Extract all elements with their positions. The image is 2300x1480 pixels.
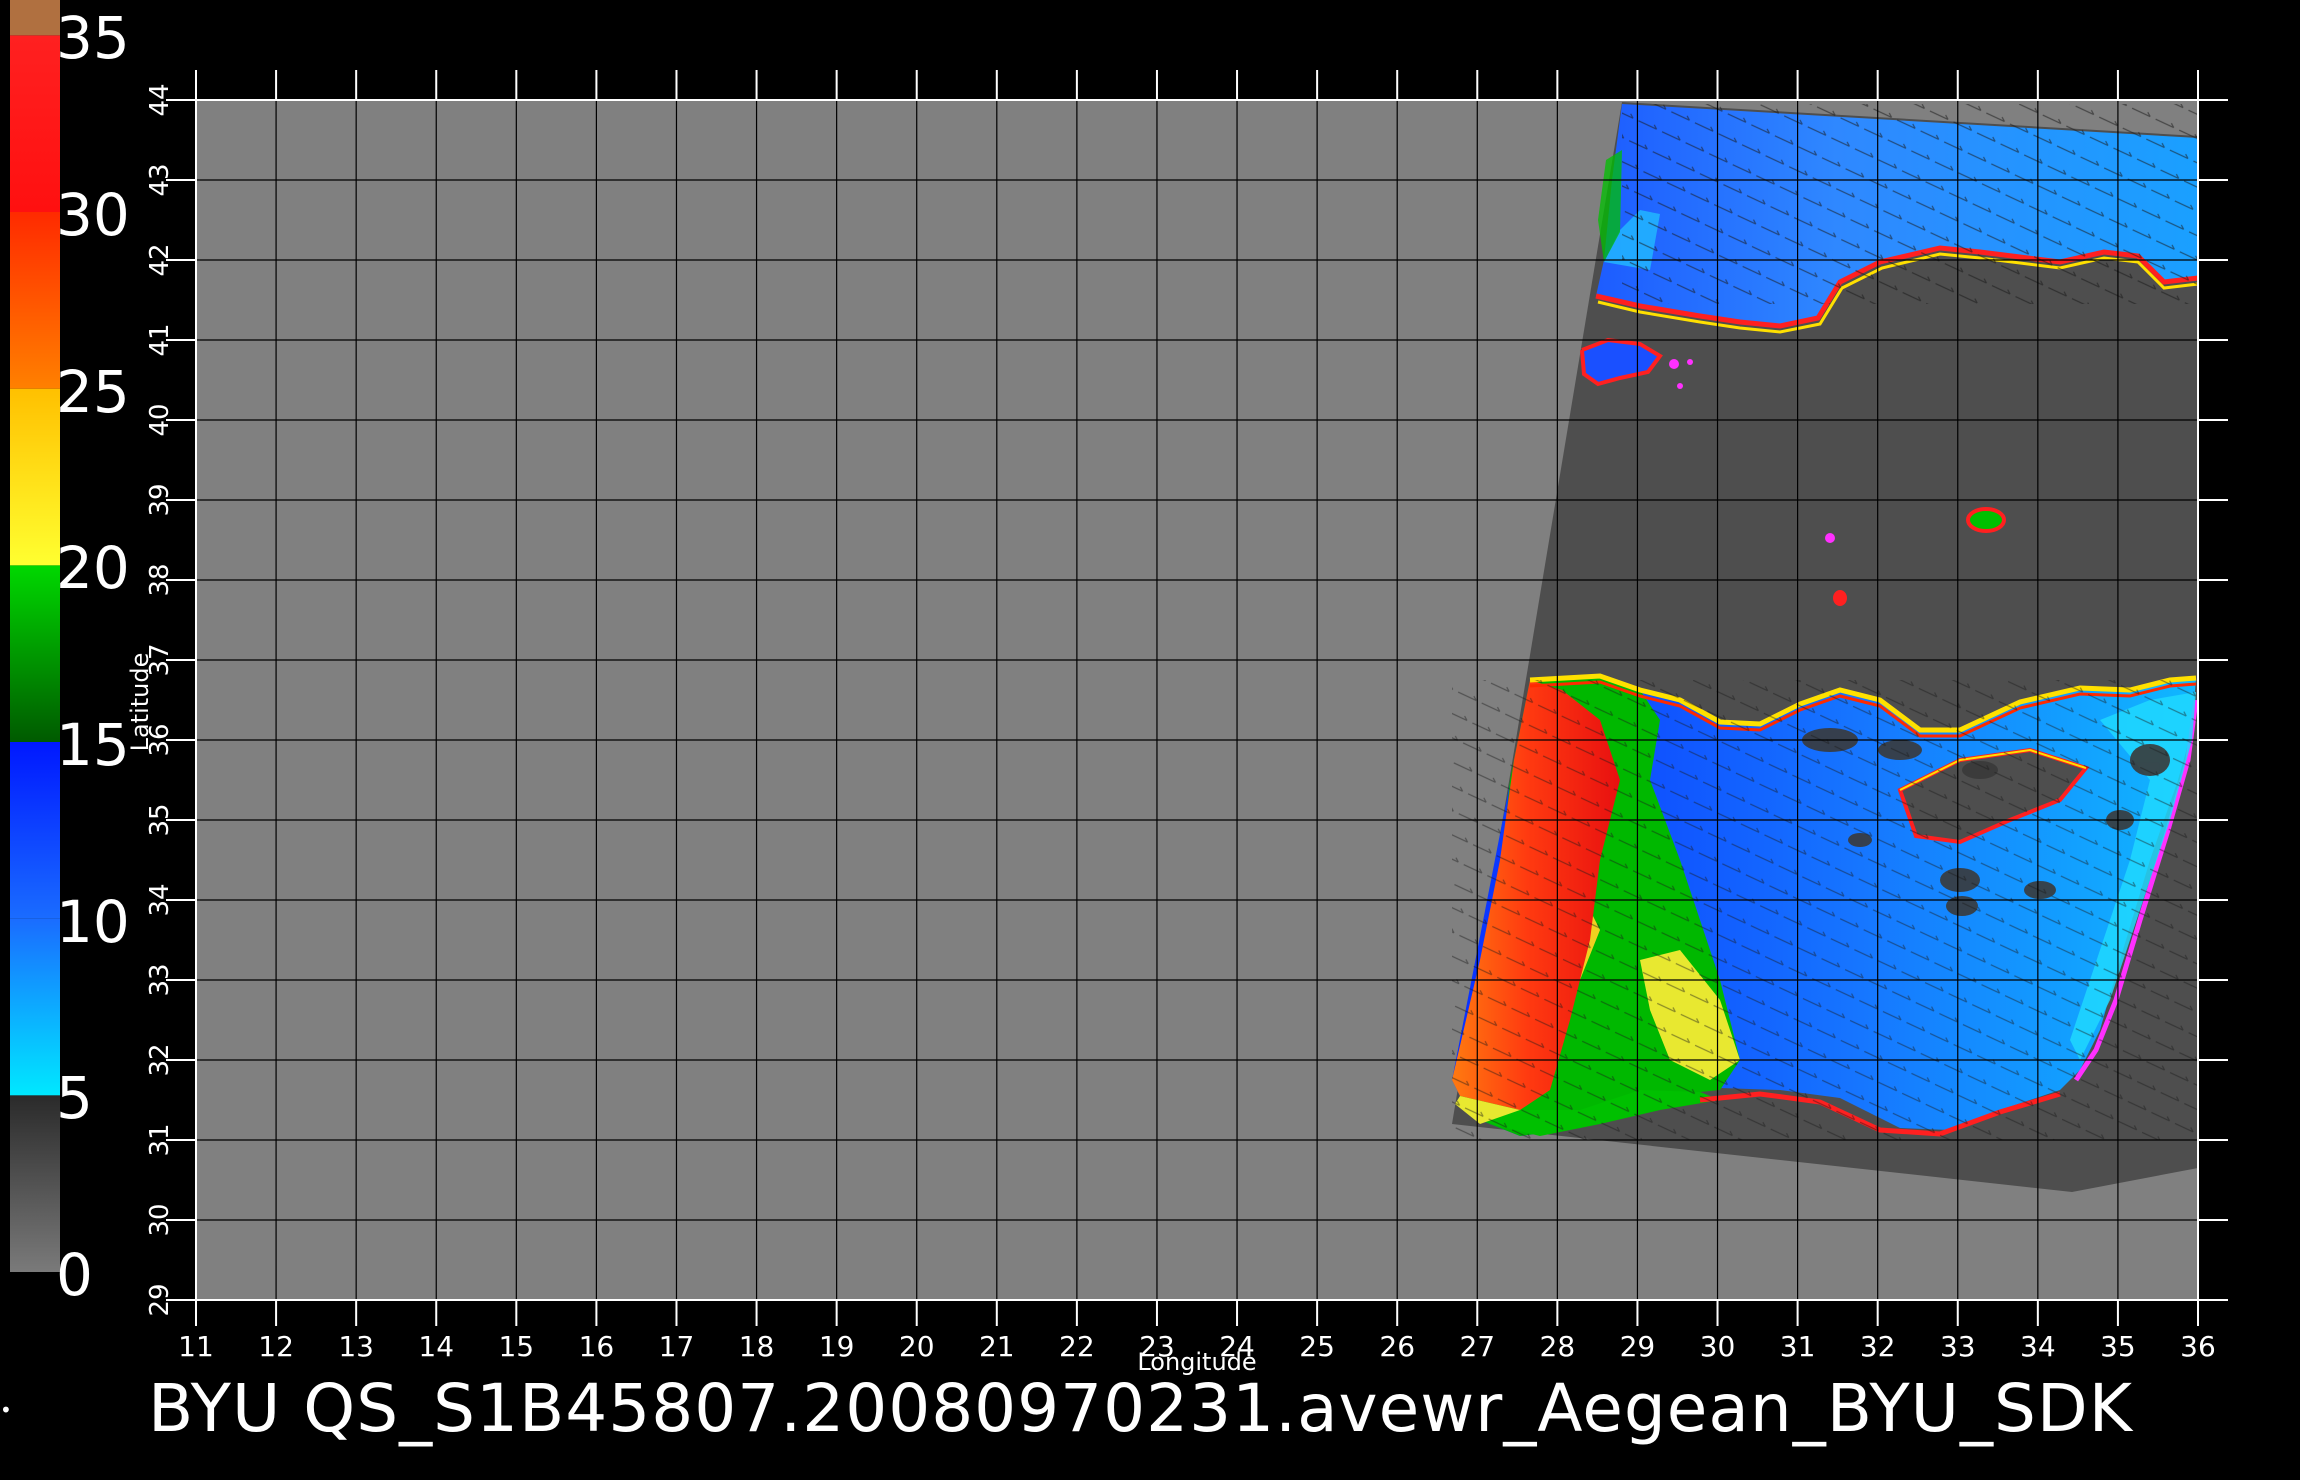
y-axis-label: Latitude [126, 653, 154, 752]
longitude-tick-label: 26 [1379, 1330, 1415, 1363]
longitude-tick-label: 29 [1620, 1330, 1656, 1363]
latitude-tick-label: 29 [145, 1283, 175, 1316]
product-title: BYU QS_S1B45807.20080970231.avewr_Aegean… [148, 1370, 2133, 1447]
colorbar-label: 35 [56, 4, 130, 73]
longitude-tick-label: 34 [2020, 1330, 2056, 1363]
edge-marker: • [0, 1398, 12, 1422]
latitude-tick-label: 43 [145, 163, 175, 196]
longitude-tick-label: 18 [739, 1330, 775, 1363]
black-sea-wind-field [1595, 104, 2199, 334]
latitude-tick-label: 34 [145, 883, 175, 916]
colorbar-segment [10, 212, 60, 389]
colorbar-label: 5 [56, 1064, 93, 1133]
latitude-tick-label: 41 [145, 323, 175, 356]
longitude-tick-label: 14 [418, 1330, 454, 1363]
longitude-tick-label: 32 [1860, 1330, 1896, 1363]
longitude-tick-label: 22 [1059, 1330, 1095, 1363]
colorbar-label: 25 [56, 357, 130, 426]
colorbar-segment [10, 565, 60, 742]
longitude-tick-label: 19 [819, 1330, 855, 1363]
colorbar-segment [10, 388, 60, 566]
longitude-tick-label: 16 [579, 1330, 615, 1363]
longitude-tick-label: 11 [178, 1330, 214, 1363]
colorbar [10, 0, 60, 1272]
wind-speed-map: 11 12 13 14 15 16 17 18 19 20 21 22 23 24 25 26 27 28 29 30… [10, 0, 2228, 1376]
colorbar-segment [10, 35, 60, 213]
mediterranean-wind-field [1452, 673, 2199, 1140]
colorbar-segment [10, 918, 60, 1096]
colorbar-label: 30 [56, 181, 130, 249]
latitude-tick-label: 39 [145, 483, 175, 516]
longitude-tick-label: 27 [1459, 1330, 1495, 1363]
latitude-tick-label: 32 [145, 1043, 175, 1076]
longitude-tick-label: 36 [2180, 1330, 2216, 1363]
colorbar-label: 15 [56, 711, 130, 779]
latitude-tick-label: 44 [145, 83, 175, 116]
longitude-tick-label: 12 [258, 1330, 294, 1363]
longitude-tick-label: 20 [899, 1330, 935, 1363]
colorbar-segment [10, 0, 60, 36]
colorbar-label: 20 [56, 534, 130, 603]
longitude-tick-label: 30 [1700, 1330, 1736, 1363]
latitude-tick-label: 33 [145, 963, 175, 996]
longitude-tick-label: 21 [979, 1330, 1015, 1363]
latitude-tick-label: 30 [145, 1203, 175, 1236]
longitude-tick-label: 25 [1299, 1330, 1335, 1363]
longitude-tick-label: 13 [338, 1330, 374, 1363]
latitude-tick-label: 31 [145, 1123, 175, 1156]
colorbar-label: 0 [56, 1241, 93, 1309]
latitude-tick-label: 38 [145, 563, 175, 596]
colorbar-label: 10 [56, 887, 130, 956]
longitude-tick-label: 31 [1780, 1330, 1816, 1363]
longitude-tick-label: 33 [1940, 1330, 1976, 1363]
colorbar-segment [10, 1095, 60, 1272]
longitude-tick-label: 28 [1540, 1330, 1576, 1363]
latitude-tick-label: 35 [145, 803, 175, 836]
latitude-tick-label: 42 [145, 243, 175, 276]
longitude-tick-label: 35 [2100, 1330, 2136, 1363]
latitude-tick-label: 40 [145, 403, 175, 436]
colorbar-segment [10, 742, 60, 919]
longitude-tick-label: 15 [498, 1330, 534, 1363]
longitude-tick-label: 17 [659, 1330, 695, 1363]
